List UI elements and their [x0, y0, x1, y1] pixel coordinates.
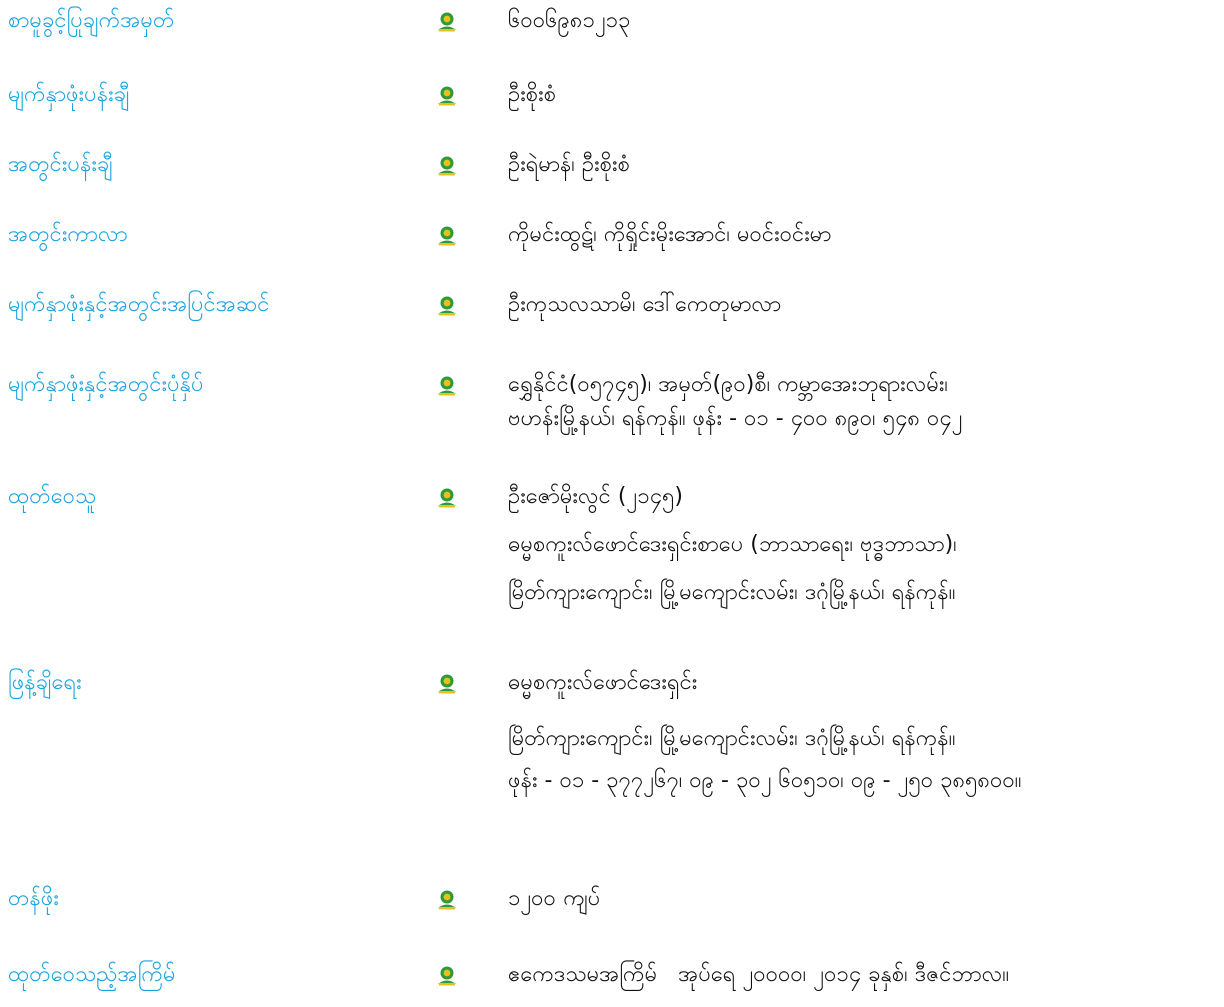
value-line: ဦးဇော်မိုးလွင် (၂၁၄၅)	[508, 484, 683, 509]
field-label: အတွင်းကာလာ	[8, 222, 128, 247]
field-label: မျက်နှာဖုံးနှင့်အတွင်းအပြင်အဆင်	[8, 292, 270, 317]
field-label: မျက်နှာဖုံးပန်းချီ	[8, 82, 130, 107]
dhamma-emblem-icon	[438, 296, 456, 316]
field-value: ဦးကုသလသာမိ၊ ဒေါ်ကေတုမာလာ	[508, 288, 1218, 322]
dhamma-emblem-icon	[438, 226, 456, 246]
value-line: ဗဟန်းမြို့နယ်၊ ရန်ကုန်။ ဖုန်း - ၀၁ - ၄၀၀…	[508, 406, 963, 431]
field-label: တန်ဖိုး	[8, 886, 59, 911]
dhamma-emblem-icon	[438, 12, 456, 32]
field-value: ဦးစိုးစံ	[508, 78, 1218, 112]
dhamma-emblem-icon	[438, 376, 456, 396]
dhamma-emblem-icon	[438, 86, 456, 106]
value-line: မြိတ်ကျားကျောင်း၊ မြို့မကျောင်းလမ်း၊ ဒဂု…	[508, 726, 956, 751]
value-line: ၆၀၀၆၉၈၁၂၁၃	[508, 8, 631, 33]
value-line: ဓမ္မစကူးလ်ဖောင်ဒေးရှင်း	[508, 670, 698, 695]
field-value: ဧကေဒသမအကြိမ် အုပ်ရေ ၂၀၀၀၀၊ ၂၀၁၄ ခုနှစ်၊ …	[508, 958, 1218, 992]
value-line: ရွှေနိုင်ငံ(၀၅၇၄၅)၊ အမှတ်(၉၀)စီ၊ ကမ္ဘာအေ…	[508, 372, 948, 397]
value-line: ဦးရဲမာန်၊ ဦးစိုးစံ	[508, 152, 631, 177]
value-line: ဦးကုသလသာမိ၊ ဒေါ်ကေတုမာလာ	[508, 292, 782, 317]
field-value: ၆၀၀၆၉၈၁၂၁၃	[508, 4, 1218, 38]
value-line: ကိုမင်းထွဋ်၊ ကိုရှိုင်းမိုးအောင်၊ မဝင်းဝ…	[508, 222, 832, 247]
dhamma-emblem-icon	[438, 966, 456, 986]
field-value: ဦးရဲမာန်၊ ဦးစိုးစံ	[508, 148, 1218, 182]
field-value: ရွှေနိုင်ငံ(၀၅၇၄၅)၊ အမှတ်(၉၀)စီ၊ ကမ္ဘာအေ…	[508, 368, 1218, 436]
dhamma-emblem-icon	[438, 488, 456, 508]
field-label: မျက်နှာဖုံးနှင့်အတွင်းပုံနှိပ်	[8, 372, 204, 397]
value-line: ဓမ္မစကူးလ်ဖောင်ဒေးရှင်းစာပေ (ဘာသာရေး၊ ဗု…	[508, 532, 957, 557]
value-line: ဖုန်း - ၀၁ - ၃၇၇၂၆၇၊ ၀၉ - ၃၀၂ ၆၀၅၁၀၊ ၀၉ …	[508, 768, 1022, 793]
field-value: ၁၂၀၀ ကျပ်	[508, 882, 1218, 916]
value-line: မြိတ်ကျားကျောင်း၊ မြို့မကျောင်းလမ်း၊ ဒဂု…	[508, 580, 956, 605]
field-value: ဦးဇော်မိုးလွင် (၂၁၄၅) ဓမ္မစကူးလ်ဖောင်ဒေး…	[508, 480, 1218, 624]
value-line: ဧကေဒသမအကြိမ် အုပ်ရေ ၂၀၀၀၀၊ ၂၀၁၄ ခုနှစ်၊ …	[508, 962, 1010, 987]
value-line: ဦးစိုးစံ	[508, 82, 557, 107]
dhamma-emblem-icon	[438, 674, 456, 694]
field-label: အတွင်းပန်းချီ	[8, 152, 113, 177]
field-value: ဓမ္မစကူးလ်ဖောင်ဒေးရှင်း မြိတ်ကျားကျောင်း…	[508, 666, 1218, 798]
field-label: ထုတ်ဝေသည့်အကြိမ်	[8, 962, 176, 987]
dhamma-emblem-icon	[438, 890, 456, 910]
field-label: ဖြန့်ချိရေး	[8, 670, 82, 695]
field-value: ကိုမင်းထွဋ်၊ ကိုရှိုင်းမိုးအောင်၊ မဝင်းဝ…	[508, 218, 1218, 252]
field-label: ထုတ်ဝေသူ	[8, 484, 97, 509]
dhamma-emblem-icon	[438, 156, 456, 176]
field-label: စာမူခွင့်ပြုချက်အမှတ်	[8, 8, 175, 33]
value-line: ၁၂၀၀ ကျပ်	[508, 886, 600, 911]
